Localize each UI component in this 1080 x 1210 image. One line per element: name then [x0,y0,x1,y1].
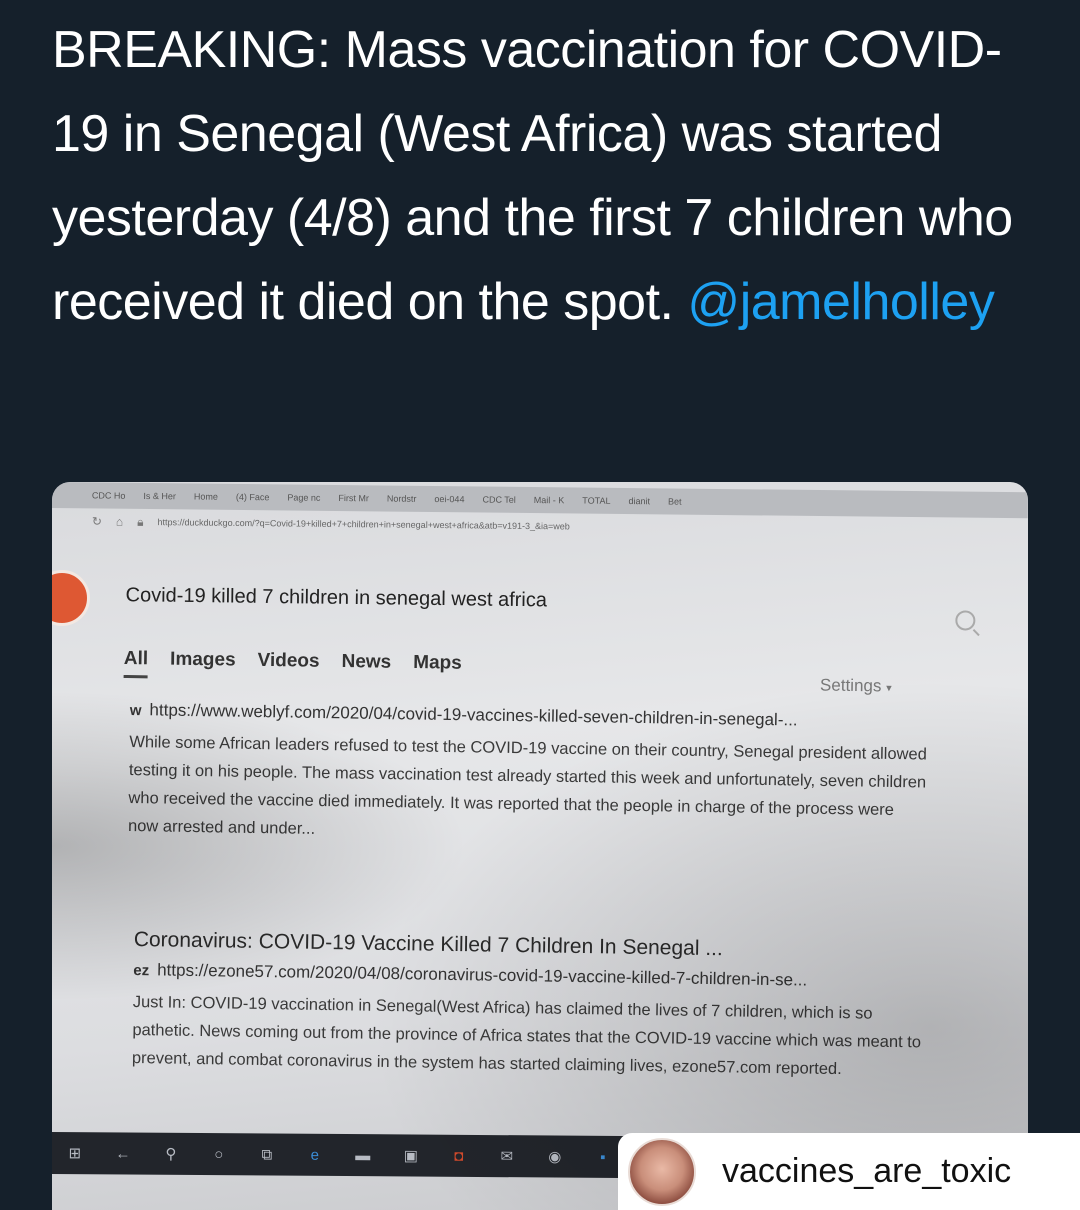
address-url[interactable]: https://duckduckgo.com/?q=Covid-19+kille… [158,517,570,531]
search-input[interactable]: Covid-19 killed 7 children in senegal we… [125,584,547,612]
bookmark-item[interactable]: TOTAL [582,496,610,506]
result-snippet: Just In: COVID-19 vaccination in Senegal… [131,992,922,1079]
search-box[interactable]: Covid-19 killed 7 children in senegal we… [109,564,990,645]
result-title[interactable]: Coronavirus: COVID-19 Vaccine Killed 7 C… [134,928,924,964]
result-snippet: While some African leaders refused to te… [127,732,927,838]
bookmark-item[interactable]: (4) Face [236,492,270,502]
mention-link[interactable]: @jamelholley [687,273,994,331]
tab-videos[interactable]: Videos [257,650,319,681]
bookmark-item[interactable]: CDC Tel [482,495,515,505]
bookmark-item[interactable]: Page nc [287,492,320,502]
search-icon[interactable] [955,610,976,631]
bookmark-item[interactable]: Is & Her [143,491,176,501]
repost-watermark: vaccines_are_toxic [618,1133,1080,1210]
screenshot-photo: CDC Ho Is & Her Home (4) Face Page nc Fi… [52,482,1028,1210]
result-url[interactable]: ez https://ezone57.com/2020/04/08/coronav… [133,960,923,992]
search-result: Coronavirus: COVID-19 Vaccine Killed 7 C… [132,928,924,1084]
tab-all[interactable]: All [123,648,149,679]
refresh-icon[interactable]: ↻ [92,514,102,528]
bookmark-item[interactable]: Home [194,491,218,501]
repost-handle: vaccines_are_toxic [722,1152,1012,1190]
cortana-icon[interactable]: ○ [208,1146,230,1163]
bookmark-item[interactable]: dianit [628,496,650,506]
bookmark-item[interactable]: Bet [668,496,682,506]
bookmark-item[interactable]: CDC Ho [92,490,126,500]
task-view-icon[interactable]: ⧉ [256,1146,278,1163]
back-arrow-icon[interactable]: ← [112,1145,134,1162]
mail-icon[interactable]: ✉ [496,1147,518,1165]
store-icon[interactable]: ▣ [400,1146,422,1164]
windows-start-icon[interactable]: ⊞ [64,1144,86,1162]
result-url-text[interactable]: https://www.weblyf.com/2020/04/covid-19-… [149,700,797,729]
result-url-text[interactable]: https://ezone57.com/2020/04/08/coronavir… [157,960,807,989]
site-favicon-icon: w [129,701,142,720]
settings-label: Settings [819,675,882,696]
bookmark-item[interactable]: oei-044 [434,494,464,504]
file-explorer-icon[interactable]: ▬ [352,1147,374,1164]
edge-browser-icon[interactable]: e [304,1146,326,1163]
tweet-text: BREAKING: Mass vaccination for COVID-19 … [52,8,1042,344]
result-url[interactable]: w https://www.weblyf.com/2020/04/covid-19… [130,700,930,733]
bookmark-item[interactable]: Nordstr [387,494,417,504]
settings-dropdown[interactable]: Settings ▾ [820,676,892,697]
tab-news[interactable]: News [341,651,391,682]
tab-images[interactable]: Images [170,649,236,680]
office-icon[interactable]: ◘ [448,1147,470,1164]
tab-maps[interactable]: Maps [413,652,462,683]
duckduckgo-logo-icon[interactable] [52,570,90,626]
site-favicon-icon: ez [133,961,150,980]
avatar [628,1137,696,1206]
search-tabs: All Images Videos News Maps [123,648,924,689]
search-result: w https://www.weblyf.com/2020/04/covid-19… [128,700,930,853]
bookmark-item[interactable]: First Mr [338,493,369,503]
home-icon[interactable]: ⌂ [116,515,123,529]
bookmark-item[interactable]: Mail - K [534,495,565,505]
app-icon[interactable]: ▪ [592,1148,614,1165]
search-icon[interactable]: ⚲ [160,1145,182,1163]
app-icon[interactable]: ◉ [544,1147,566,1165]
lock-icon: 🔒︎ [137,514,144,529]
chevron-down-icon: ▾ [886,682,892,695]
